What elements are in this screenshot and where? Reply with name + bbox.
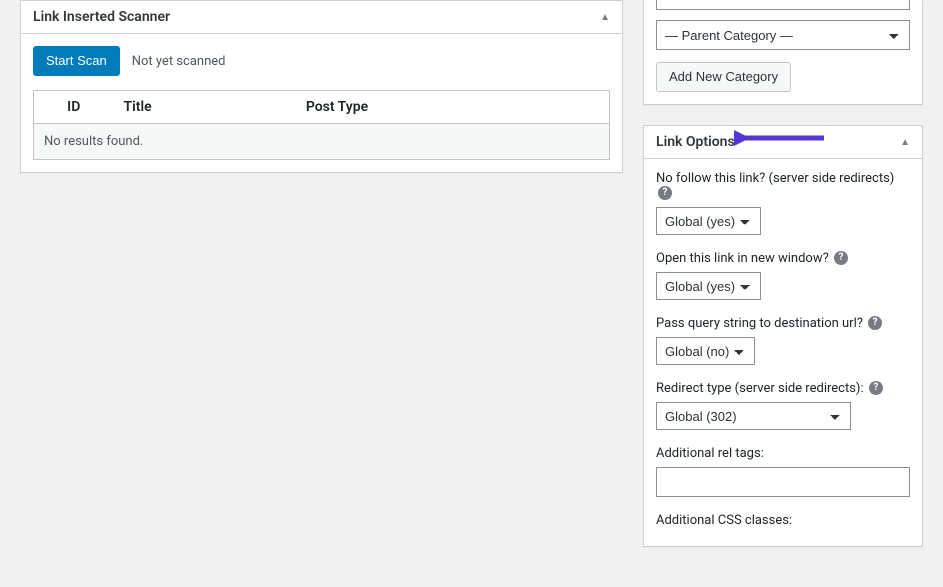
cssclasses-label: Additional CSS classes: xyxy=(656,513,910,528)
help-icon[interactable]: ? xyxy=(868,316,882,330)
help-icon[interactable]: ? xyxy=(869,381,883,395)
partial-input-clipped[interactable] xyxy=(656,0,910,10)
querystring-select[interactable]: Global (no) xyxy=(656,337,755,365)
parent-category-select[interactable]: — Parent Category — xyxy=(656,20,910,50)
scan-results-table: ID Title Post Type No results found. xyxy=(33,90,610,160)
scan-status-text: Not yet scanned xyxy=(132,54,226,69)
help-icon[interactable]: ? xyxy=(834,251,848,265)
link-inserted-scanner-box: Link Inserted Scanner ▲ Start Scan Not y… xyxy=(20,0,623,173)
reltags-input[interactable] xyxy=(656,467,910,497)
scanner-box-header[interactable]: Link Inserted Scanner ▲ xyxy=(21,1,622,34)
querystring-label: Pass query string to destination url? ? xyxy=(656,316,910,331)
link-options-header[interactable]: Link Options ▲ xyxy=(644,126,922,159)
link-options-title: Link Options xyxy=(656,134,735,150)
newwindow-label: Open this link in new window? ? xyxy=(656,251,910,266)
scanner-title: Link Inserted Scanner xyxy=(33,9,170,25)
collapse-icon[interactable]: ▲ xyxy=(600,12,610,23)
link-options-box: Link Options ▲ No follow this link? (ser… xyxy=(643,125,923,547)
col-id[interactable]: ID xyxy=(34,91,114,124)
newwindow-select[interactable]: Global (yes) xyxy=(656,272,761,300)
help-icon[interactable]: ? xyxy=(658,186,672,200)
category-box: — Parent Category — Add New Category xyxy=(643,0,923,105)
start-scan-button[interactable]: Start Scan xyxy=(33,46,120,76)
add-new-category-button[interactable]: Add New Category xyxy=(656,62,791,92)
nofollow-label: No follow this link? (server side redire… xyxy=(656,171,910,201)
redirect-label: Redirect type (server side redirects): ? xyxy=(656,381,910,396)
col-title[interactable]: Title xyxy=(114,91,296,124)
no-results-text: No results found. xyxy=(34,124,610,160)
table-row-empty: No results found. xyxy=(34,124,610,160)
col-post-type[interactable]: Post Type xyxy=(296,91,610,124)
table-header-row: ID Title Post Type xyxy=(34,91,610,124)
redirect-select[interactable]: Global (302) xyxy=(656,402,851,430)
reltags-label: Additional rel tags: xyxy=(656,446,910,461)
nofollow-select[interactable]: Global (yes) xyxy=(656,207,761,235)
annotation-arrow-icon xyxy=(734,128,834,148)
collapse-icon[interactable]: ▲ xyxy=(900,137,910,148)
